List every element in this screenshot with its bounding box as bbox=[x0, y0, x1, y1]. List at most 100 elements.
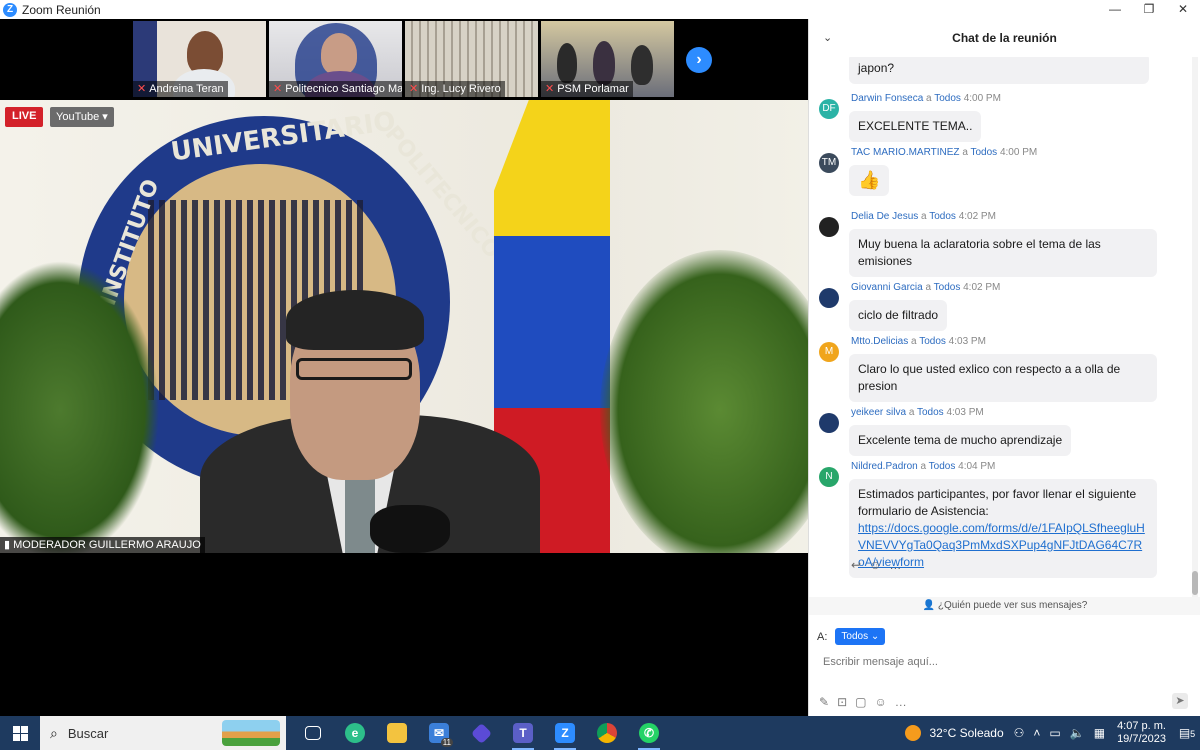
screenshot-icon[interactable]: ⊡ bbox=[837, 695, 847, 709]
message-text: EXCELENTE TEMA.. bbox=[849, 111, 982, 142]
reply-icon[interactable]: ↩ bbox=[851, 558, 861, 572]
taskbar-search[interactable]: ⌕ Buscar bbox=[40, 716, 286, 750]
signal-icon: ▮ bbox=[4, 539, 14, 551]
participant-strip: ✕ Andreina Teran ✕ Politecnico Santiago Ma… bbox=[133, 21, 674, 97]
clock[interactable]: 4:07 p. m. 19/7/2023 bbox=[1117, 720, 1166, 746]
zoom-icon: Z bbox=[555, 723, 575, 743]
message-meta: Darwin Fonseca a Todos 4:00 PM bbox=[851, 93, 1001, 104]
participant-video bbox=[321, 33, 357, 75]
message-tools: ↩ ☺ … bbox=[851, 558, 901, 572]
send-button[interactable]: ➤ bbox=[1172, 693, 1188, 709]
people-icon: 👤 bbox=[922, 600, 938, 611]
title-bar: Z Zoom Reunión — ❐ ✕ bbox=[0, 0, 1200, 19]
message-meta: Mtto.Delicias a Todos 4:03 PM bbox=[851, 336, 986, 347]
app-icon bbox=[470, 722, 492, 744]
chat-title: Chat de la reunión bbox=[952, 31, 1057, 45]
system-tray: 32°C Soleado ⚇ ˄ ▭ 🔈 ▦ 4:07 p. m. 19/7/2… bbox=[905, 716, 1200, 750]
message-meta: Giovanni Garcia a Todos 4:02 PM bbox=[851, 282, 1001, 293]
volume-icon[interactable]: 🔈 bbox=[1070, 726, 1085, 740]
participant-name: ✕ PSM Porlamar bbox=[541, 81, 633, 97]
participant-tile[interactable]: ✕ Andreina Teran bbox=[133, 21, 266, 97]
message-text: japon? bbox=[849, 57, 1149, 84]
windows-taskbar: ⌕ Buscar e ✉ 11 T Z ✆ 32°C Soleado ⚇ ˄ ▭ … bbox=[0, 716, 1200, 750]
more-icon[interactable]: … bbox=[895, 695, 907, 709]
taskbar-apps: e ✉ 11 T Z ✆ bbox=[292, 716, 670, 750]
network-icon[interactable]: ▭ bbox=[1049, 726, 1060, 740]
file-explorer-button[interactable] bbox=[376, 716, 418, 750]
chat-message: DF Darwin Fonseca a Todos 4:00 PM EXCELE… bbox=[819, 93, 1189, 142]
mail-badge: 11 bbox=[440, 738, 453, 747]
who-can-see-link[interactable]: 👤 ¿Quién puede ver sus mensajes? bbox=[809, 597, 1200, 615]
more-icon[interactable]: … bbox=[889, 558, 901, 572]
whatsapp-icon: ✆ bbox=[639, 723, 659, 743]
start-button[interactable] bbox=[0, 716, 40, 750]
next-participants-button[interactable]: › bbox=[686, 47, 712, 73]
recipient-dropdown[interactable]: Todos ⌄ bbox=[835, 628, 886, 645]
notifications-button[interactable]: ▤5 bbox=[1174, 726, 1200, 740]
avatar bbox=[819, 288, 839, 308]
people-icon[interactable]: ⚇ bbox=[1014, 726, 1025, 740]
message-text: Claro lo que usted exlico con respecto a… bbox=[849, 354, 1157, 402]
avatar bbox=[819, 413, 839, 433]
message-meta: Delia De Jesus a Todos 4:02 PM bbox=[851, 211, 996, 222]
muted-mic-icon: ✕ bbox=[273, 83, 283, 95]
composer-toolbar: ✎ ⊡ ▢ ☺ … bbox=[819, 695, 907, 709]
chat-panel: ⌄ Chat de la reunión japon? DF Darwin Fo… bbox=[808, 19, 1200, 716]
weather-widget[interactable]: 32°C Soleado bbox=[905, 725, 1004, 741]
message-text: Excelente tema de mucho aprendizaje bbox=[849, 425, 1072, 456]
edge-button[interactable]: e bbox=[334, 716, 376, 750]
message-meta: Nildred.Padron a Todos 4:04 PM bbox=[851, 461, 996, 472]
participant-tile[interactable]: ✕ Politecnico Santiago Ma... bbox=[269, 21, 402, 97]
task-view-button[interactable] bbox=[292, 716, 334, 750]
avatar bbox=[819, 217, 839, 237]
message-meta: TAC MARIO.MARTINEZ a Todos 4:00 PM bbox=[851, 147, 1038, 158]
format-icon[interactable]: ✎ bbox=[819, 695, 829, 709]
file-icon[interactable]: ▢ bbox=[855, 695, 866, 709]
mail-button[interactable]: ✉ 11 bbox=[418, 716, 460, 750]
close-button[interactable]: ✕ bbox=[1166, 0, 1200, 19]
tray-icons: ⚇ ˄ ▭ 🔈 ▦ bbox=[1014, 726, 1105, 740]
message-text: Muy buena la aclaratoria sobre el tema d… bbox=[849, 229, 1157, 277]
participant-tile[interactable]: ✕ Ing. Lucy Rivero bbox=[405, 21, 538, 97]
speaker-name-label: ▮ MODERADOR GUILLERMO ARAUJO bbox=[0, 537, 205, 553]
teams-button[interactable]: T bbox=[502, 716, 544, 750]
participant-tile[interactable]: ✕ PSM Porlamar bbox=[541, 21, 674, 97]
emoji-reaction-icon[interactable]: ☺ bbox=[869, 558, 881, 572]
chevron-up-icon[interactable]: ˄ bbox=[1033, 726, 1040, 740]
microphone bbox=[370, 505, 450, 553]
to-label: A: bbox=[817, 630, 828, 643]
chat-message: japon? bbox=[819, 57, 1189, 84]
app-button[interactable] bbox=[460, 716, 502, 750]
chat-message-input[interactable] bbox=[823, 653, 1183, 671]
task-view-icon bbox=[305, 726, 321, 740]
zoom-logo-icon: Z bbox=[3, 2, 17, 17]
avatar: M bbox=[819, 342, 839, 362]
chat-messages[interactable]: japon? DF Darwin Fonseca a Todos 4:00 PM… bbox=[809, 57, 1193, 601]
speaker-hair bbox=[286, 290, 424, 350]
participant-name: ✕ Politecnico Santiago Ma... bbox=[269, 81, 402, 97]
chat-message: TM TAC MARIO.MARTINEZ a Todos 4:00 PM 👍 bbox=[819, 147, 1189, 196]
zoom-button[interactable]: Z bbox=[544, 716, 586, 750]
chat-message: M Mtto.Delicias a Todos 4:03 PM Claro lo… bbox=[819, 336, 1189, 402]
minimize-button[interactable]: — bbox=[1098, 0, 1132, 19]
speaker-video: UNIVERSITARIO POLITECNICO INSTITUTO AGO bbox=[0, 100, 808, 553]
chevron-down-icon[interactable]: ⌄ bbox=[823, 31, 832, 44]
scrollbar-thumb[interactable] bbox=[1192, 571, 1198, 595]
whatsapp-button[interactable]: ✆ bbox=[628, 716, 670, 750]
speaker-glasses bbox=[296, 358, 412, 380]
plant bbox=[600, 250, 808, 553]
chat-header: ⌄ Chat de la reunión bbox=[809, 19, 1200, 57]
chrome-icon bbox=[597, 723, 617, 743]
avatar: N bbox=[819, 467, 839, 487]
participant-video bbox=[631, 45, 653, 85]
youtube-dropdown[interactable]: YouTube ▾ bbox=[50, 107, 114, 127]
live-badge[interactable]: LIVE bbox=[5, 107, 44, 127]
chat-scrollbar[interactable] bbox=[1192, 57, 1198, 601]
chat-message: Giovanni Garcia a Todos 4:02 PM ciclo de… bbox=[819, 282, 1189, 331]
chrome-button[interactable] bbox=[586, 716, 628, 750]
language-icon[interactable]: ▦ bbox=[1094, 726, 1105, 740]
restore-button[interactable]: ❐ bbox=[1132, 0, 1166, 19]
search-label: Buscar bbox=[67, 725, 109, 741]
muted-mic-icon: ✕ bbox=[409, 83, 419, 95]
emoji-icon[interactable]: ☺ bbox=[874, 695, 886, 709]
